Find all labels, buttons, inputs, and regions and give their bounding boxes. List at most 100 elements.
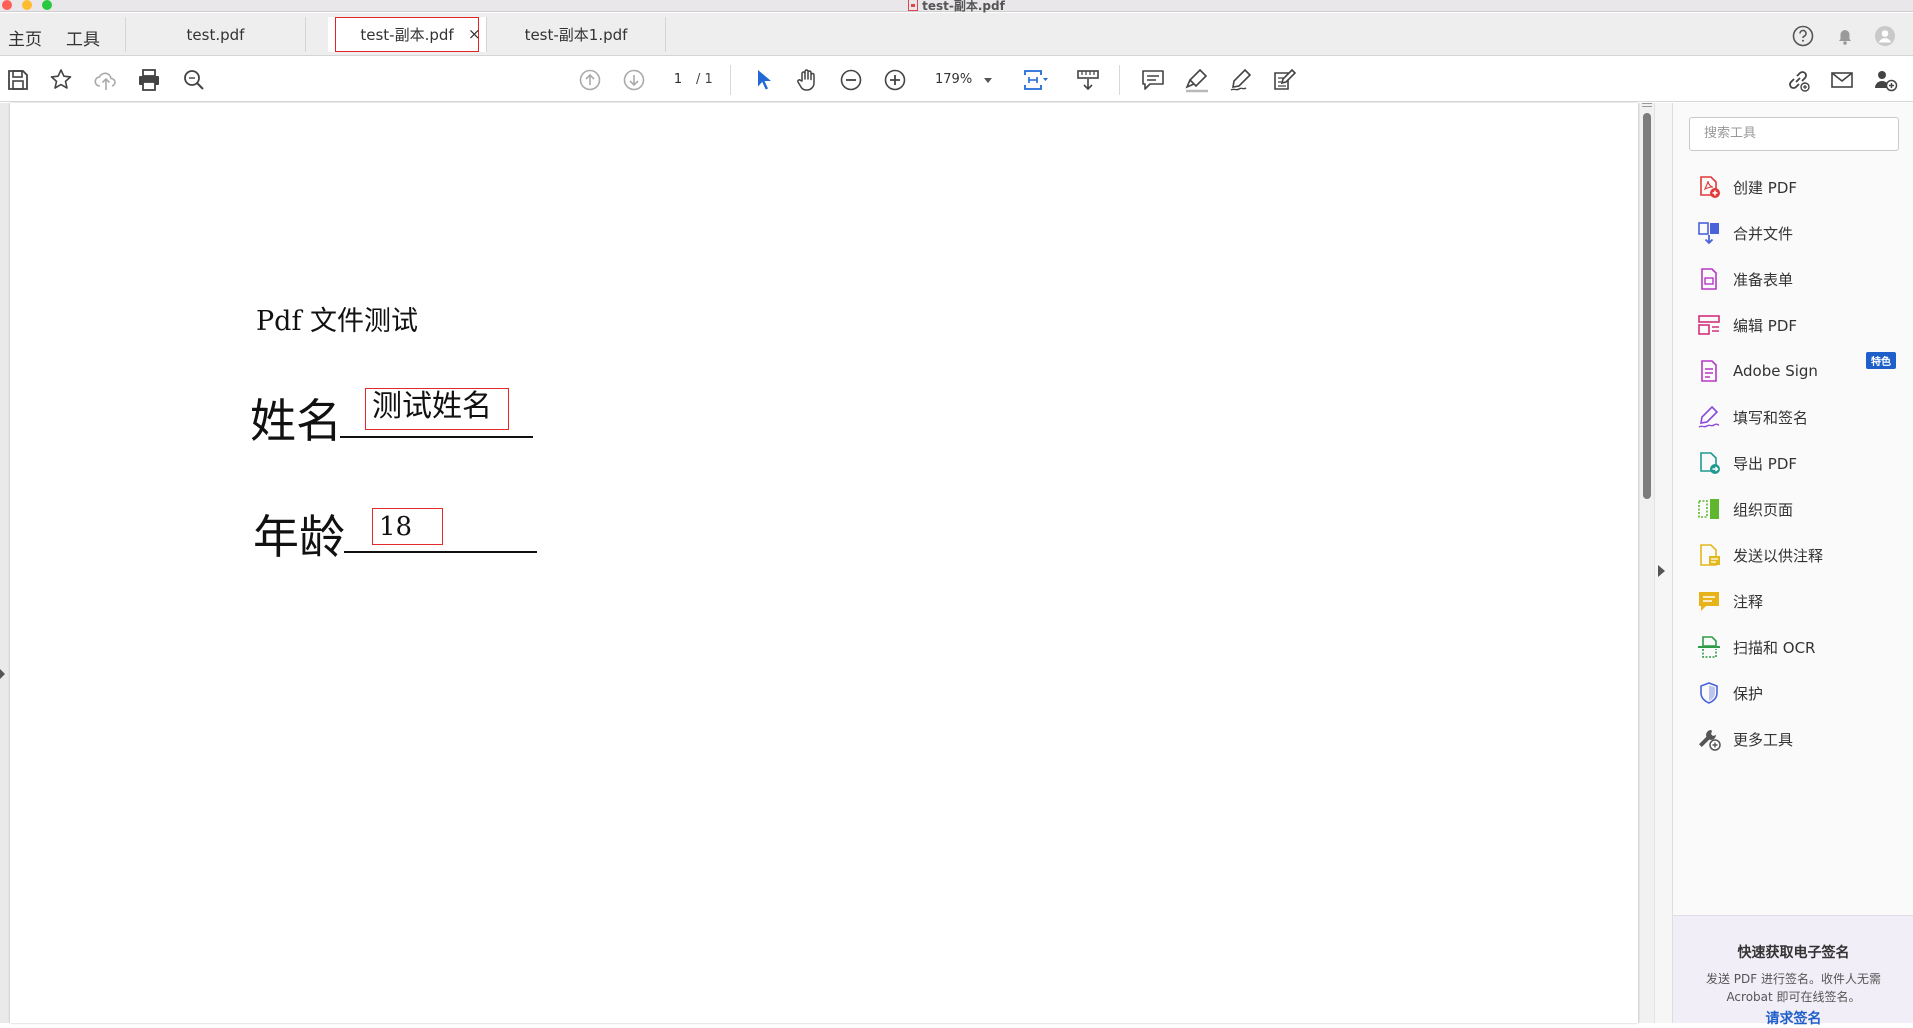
window-title-text: test-副本.pdf	[922, 0, 1005, 13]
scroll-mode-icon[interactable]	[1075, 67, 1101, 93]
tab-label: test-副本1.pdf	[524, 26, 628, 44]
tool-prepare-form[interactable]: 准备表单	[1697, 263, 1907, 295]
notification-bell-icon[interactable]	[1834, 25, 1856, 47]
tool-label: 准备表单	[1733, 270, 1794, 289]
send-comments-icon	[1700, 544, 1720, 566]
toolbar-separator	[730, 65, 731, 95]
tool-organize-pages[interactable]: 组织页面	[1697, 493, 1907, 525]
hand-tool-icon[interactable]	[794, 67, 820, 93]
name-label: 姓名	[250, 394, 342, 448]
zoom-dropdown-chevron-icon[interactable]	[984, 78, 992, 83]
pdf-file-icon	[908, 0, 919, 11]
page-total: / 1	[696, 72, 713, 87]
edit-text-icon[interactable]	[1272, 67, 1298, 93]
scrollbar-top-grip	[1642, 103, 1652, 107]
next-page-icon[interactable]	[621, 67, 647, 93]
tool-label: 更多工具	[1733, 730, 1794, 749]
name-form-field[interactable]: 测试姓名	[365, 388, 509, 430]
tool-label: 创建 PDF	[1733, 178, 1797, 197]
comment-icon[interactable]	[1140, 67, 1166, 93]
name-underline	[340, 436, 533, 438]
tool-label: 填写和签名	[1733, 408, 1809, 427]
close-tab-button[interactable]: ×	[468, 25, 481, 43]
create-pdf-icon	[1700, 176, 1720, 198]
tool-send-for-comments[interactable]: 发送以供注释	[1697, 539, 1907, 571]
vertical-scrollbar[interactable]	[1640, 103, 1654, 1023]
sign-icon[interactable]	[1228, 67, 1254, 93]
organize-pages-icon	[1698, 499, 1719, 519]
pdf-heading: Pdf 文件测试	[256, 306, 419, 337]
tool-edit-pdf[interactable]: 编辑 PDF	[1697, 309, 1907, 341]
combine-files-icon	[1698, 222, 1719, 245]
tool-create-pdf[interactable]: 创建 PDF	[1697, 171, 1907, 203]
age-form-field[interactable]: 18	[372, 508, 443, 545]
tool-fill-sign[interactable]: 填写和签名	[1697, 401, 1907, 433]
account-avatar-icon[interactable]	[1874, 25, 1896, 47]
share-link-icon[interactable]	[1785, 67, 1811, 93]
select-tool-icon[interactable]	[751, 67, 777, 93]
age-label: 年龄	[253, 510, 345, 564]
fit-page-icon[interactable]	[1022, 67, 1048, 93]
tool-label: 合并文件	[1733, 224, 1794, 243]
tool-label: 注释	[1733, 592, 1764, 611]
export-pdf-icon	[1700, 452, 1720, 474]
tool-comment[interactable]: 注释	[1697, 585, 1907, 617]
tool-protect[interactable]: 保护	[1697, 677, 1907, 709]
tab-test-pdf[interactable]: test.pdf	[126, 17, 306, 52]
highlight-pen-icon[interactable]	[1184, 67, 1210, 93]
tools-pane: 搜索工具 创建 PDF 合并文件 准备表单 编辑 PDF Adobe Sign …	[1672, 103, 1913, 1027]
more-tools-icon	[1699, 730, 1721, 751]
nav-tools[interactable]: 工具	[66, 25, 100, 50]
help-icon[interactable]	[1792, 25, 1814, 47]
pdf-page: Pdf 文件测试 姓名 测试姓名 年龄 18	[10, 103, 1638, 1023]
print-icon[interactable]	[136, 67, 162, 93]
window-title: test-副本.pdf	[0, 0, 1913, 14]
tools-pane-gutter	[1654, 103, 1672, 1023]
search-tools-input[interactable]: 搜索工具	[1689, 117, 1899, 151]
zoom-out-icon[interactable]	[838, 67, 864, 93]
tool-export-pdf[interactable]: 导出 PDF	[1697, 447, 1907, 479]
promo-title: 快速获取电子签名	[1737, 945, 1850, 961]
search-icon[interactable]	[181, 67, 207, 93]
featured-badge: 特色	[1866, 352, 1896, 369]
edit-pdf-icon	[1698, 315, 1720, 335]
adobe-sign-icon	[1701, 360, 1717, 382]
tab-label: test-副本.pdf	[335, 17, 479, 52]
page-number-input[interactable]: 1	[660, 68, 696, 92]
title-bar: test-副本.pdf	[0, 0, 1913, 14]
add-user-icon[interactable]	[1872, 67, 1898, 93]
tool-label: 扫描和 OCR	[1733, 638, 1816, 657]
tool-label: 编辑 PDF	[1733, 316, 1797, 335]
comment-icon	[1699, 592, 1719, 611]
tool-label: Adobe Sign	[1733, 362, 1818, 380]
toolbar-separator	[1119, 65, 1120, 95]
protect-icon	[1700, 682, 1718, 704]
fill-sign-icon	[1698, 405, 1720, 428]
tool-label: 发送以供注释	[1733, 546, 1824, 565]
tool-label: 保护	[1733, 684, 1764, 703]
tab-test-copy-pdf[interactable]: test-副本.pdf	[328, 17, 486, 52]
save-icon[interactable]	[5, 67, 31, 93]
cloud-upload-icon[interactable]	[93, 67, 119, 93]
scrollbar-thumb[interactable]	[1643, 113, 1651, 499]
right-pane-toggle-icon[interactable]	[1658, 565, 1665, 577]
request-signature-link[interactable]: 请求签名	[1673, 1008, 1913, 1028]
tool-scan-ocr[interactable]: 扫描和 OCR	[1697, 631, 1907, 663]
tool-more-tools[interactable]: 更多工具	[1697, 723, 1907, 755]
tool-label: 导出 PDF	[1733, 454, 1797, 473]
tool-label: 组织页面	[1733, 500, 1794, 519]
scan-ocr-icon	[1698, 636, 1720, 658]
tab-test-copy1-pdf[interactable]: test-副本1.pdf	[486, 17, 666, 52]
main-toolbar: 1 / 1 179%	[0, 57, 1913, 102]
e-sign-promo-panel: 快速获取电子签名 发送 PDF 进行签名。收件人无需 Acrobat 即可在线签…	[1673, 915, 1913, 1027]
tab-label: test.pdf	[186, 25, 245, 44]
zoom-in-icon[interactable]	[882, 67, 908, 93]
left-pane-toggle-icon[interactable]	[0, 669, 5, 679]
email-icon[interactable]	[1829, 67, 1855, 93]
age-underline	[344, 551, 537, 553]
star-icon[interactable]	[48, 67, 74, 93]
promo-text: 发送 PDF 进行签名。收件人无需 Acrobat 即可在线签名。	[1705, 972, 1881, 1004]
nav-home[interactable]: 主页	[8, 25, 42, 50]
tool-combine-files[interactable]: 合并文件	[1697, 217, 1907, 249]
previous-page-icon[interactable]	[577, 67, 603, 93]
